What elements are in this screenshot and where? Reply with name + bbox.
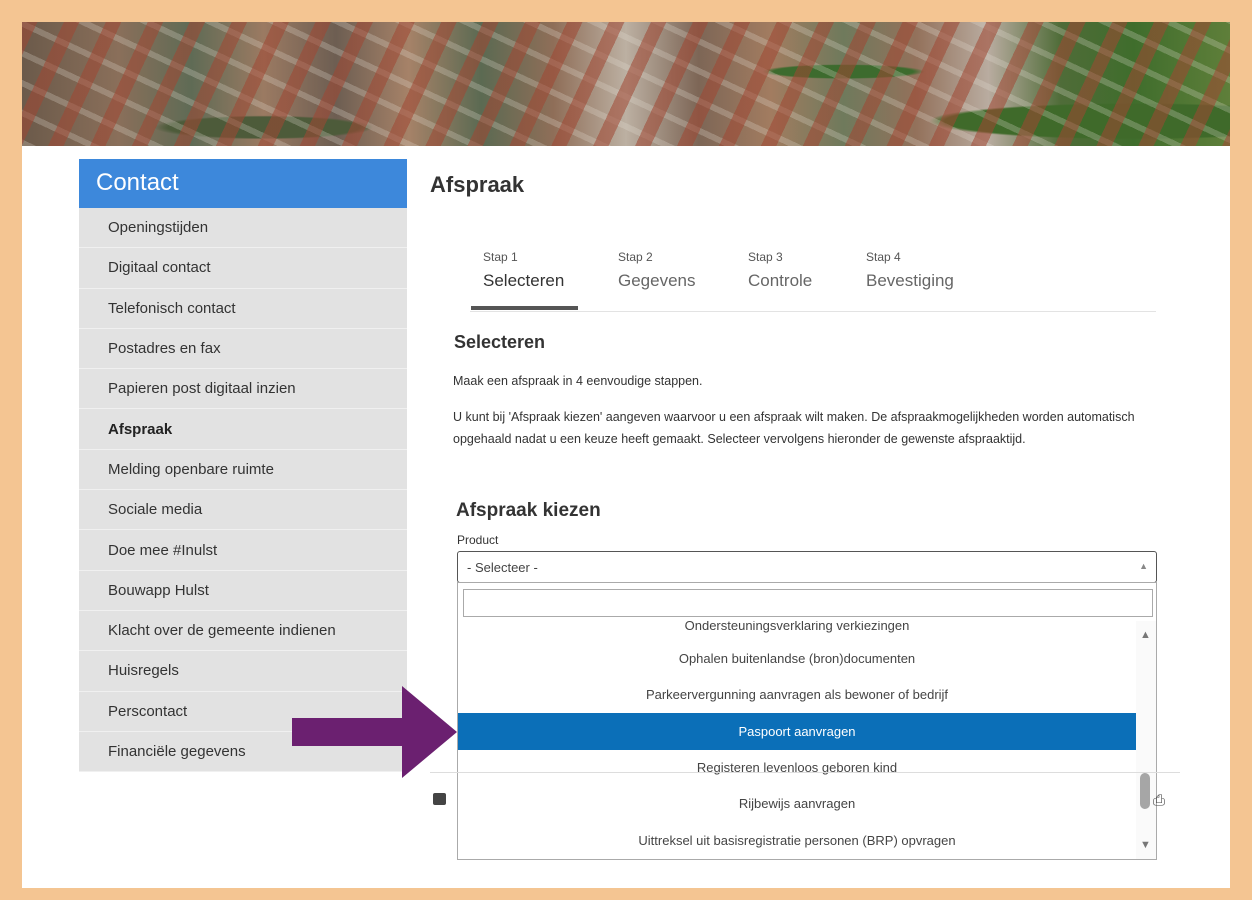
product-label: Product: [457, 533, 499, 547]
chevron-up-icon: ▲: [1139, 561, 1148, 571]
product-select[interactable]: - Selecteer - ▲: [457, 551, 1157, 583]
sidebar-item[interactable]: Digitaal contact: [79, 248, 407, 289]
dropdown-option[interactable]: Registeren levenloos geboren kind: [458, 749, 1136, 786]
sidebar-item[interactable]: Openingstijden: [79, 208, 407, 249]
step-label: Controle: [748, 271, 813, 290]
product-dropdown: Ondersteuningsverklaring verkiezingen Oph…: [457, 582, 1157, 860]
dropdown-option[interactable]: Ophalen buitenlandse (bron)documenten: [458, 640, 1136, 677]
divider: [430, 772, 1180, 773]
sidebar-title: Contact: [79, 159, 407, 208]
step-4: Stap 4 Bevestiging: [866, 250, 954, 291]
sidebar-item[interactable]: Sociale media: [79, 490, 407, 531]
choose-appointment-title: Afspraak kiezen: [456, 500, 601, 521]
scrollbar-thumb[interactable]: [1140, 773, 1150, 809]
header-banner-photo: [22, 22, 1230, 146]
step-3: Stap 3 Controle: [748, 250, 812, 291]
description-text: U kunt bij 'Afspraak kiezen' aangeven wa…: [453, 410, 1135, 446]
dropdown-search-input[interactable]: [463, 589, 1153, 617]
page-frame: Contact Openingstijden Digitaal contact Te…: [22, 22, 1230, 888]
step-label: Bevestiging: [866, 271, 954, 290]
step-number: Stap 3: [748, 250, 783, 264]
sidebar-item[interactable]: Postadres en fax: [79, 328, 407, 370]
sidebar-item[interactable]: Bouwapp Hulst: [79, 570, 407, 611]
sidebar-item[interactable]: Telefonisch contact: [79, 288, 407, 329]
step-2: Stap 2 Gegevens: [618, 250, 696, 291]
step-number: Stap 1: [483, 250, 518, 264]
sidebar-item[interactable]: Papieren post digitaal inzien: [79, 369, 407, 410]
product-select-value: - Selecteer -: [467, 560, 538, 575]
step-label: Gegevens: [618, 271, 696, 290]
dropdown-option[interactable]: Paspoort aanvragen: [458, 713, 1136, 750]
share-icon[interactable]: [433, 793, 446, 805]
sidebar-item[interactable]: Afspraak: [79, 409, 407, 450]
pointer-arrow: [292, 686, 457, 778]
sidebar-item[interactable]: Doe mee #Inulst: [79, 530, 407, 571]
dropdown-option[interactable]: Parkeervergunning aanvragen als bewoner …: [458, 676, 1136, 713]
step-label: Selecteren: [483, 271, 565, 290]
arrow-up-icon[interactable]: ▲: [1140, 629, 1151, 641]
dropdown-option[interactable]: Rijbewijs aanvragen: [458, 785, 1136, 822]
dropdown-scrollbar[interactable]: ▲ ▼: [1136, 621, 1156, 859]
step-indicator: Stap 1 Selecteren Stap 2 Gegevens Stap 3…: [470, 250, 1156, 312]
page-title: Afspraak: [430, 172, 525, 197]
step-1: Stap 1 Selecteren: [470, 250, 579, 310]
dropdown-options: Ondersteuningsverklaring verkiezingen Oph…: [458, 621, 1136, 859]
arrow-down-icon[interactable]: ▼: [1140, 839, 1151, 851]
step-number: Stap 2: [618, 250, 653, 264]
section-title: Selecteren: [454, 332, 546, 352]
dropdown-option[interactable]: Uittreksel uit basisregistratie personen…: [458, 822, 1136, 859]
sidebar-item[interactable]: Klacht over de gemeente indienen: [79, 610, 407, 652]
intro-text: Maak een afspraak in 4 eenvoudige stappe…: [453, 374, 703, 388]
sidebar: Contact Openingstijden Digitaal contact Te…: [79, 159, 407, 773]
step-number: Stap 4: [866, 250, 901, 264]
sidebar-item[interactable]: Melding openbare ruimte: [79, 449, 407, 491]
print-icon[interactable]: ⎙: [1153, 792, 1165, 809]
